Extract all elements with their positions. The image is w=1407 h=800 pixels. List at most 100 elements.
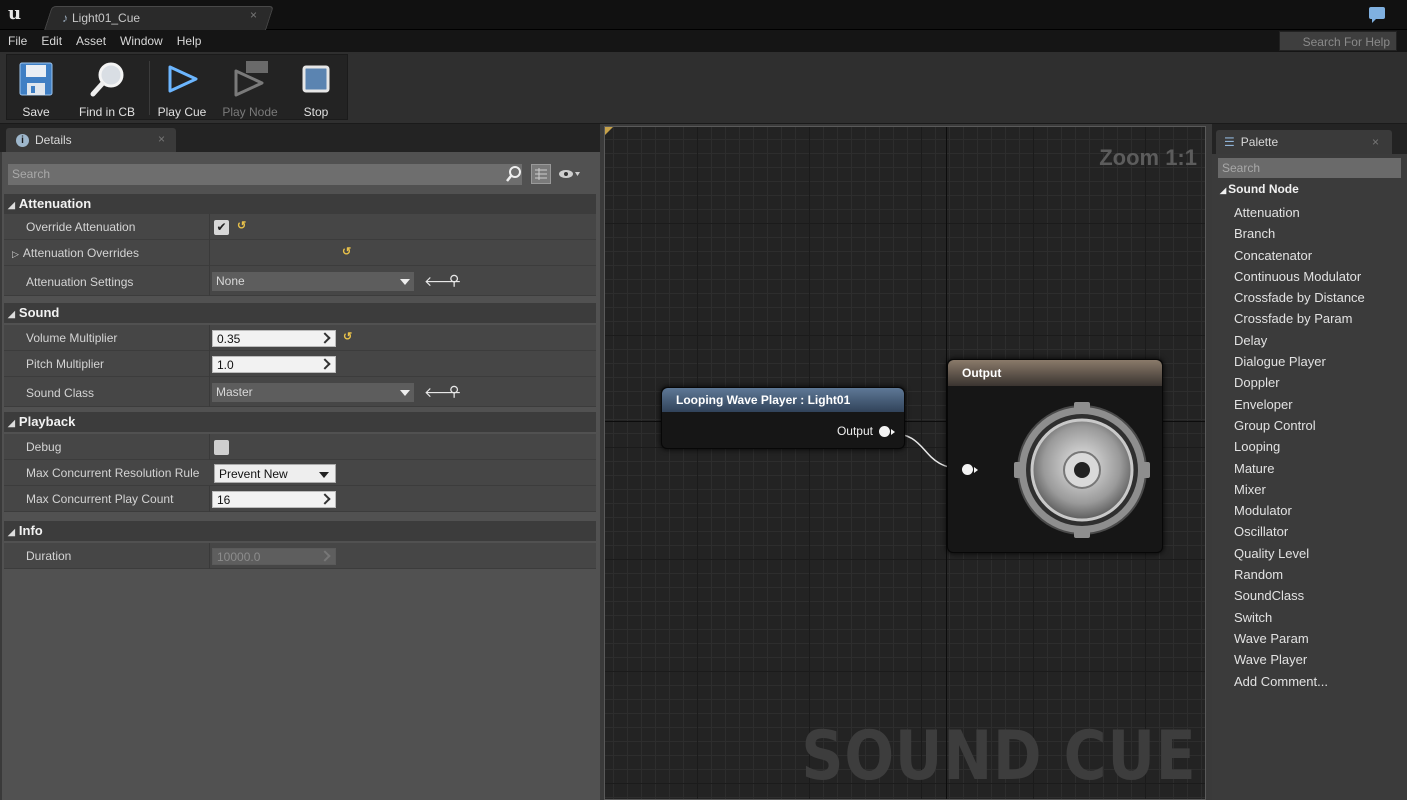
output-pin-row[interactable]: Output bbox=[836, 424, 895, 438]
browse-search-icon[interactable]: ⚲ bbox=[449, 383, 459, 400]
palette-category-sound-node[interactable]: ◢ Sound Node bbox=[1220, 182, 1299, 196]
palette-tab-label: Palette bbox=[1240, 135, 1279, 149]
help-search-input[interactable]: Search For Help bbox=[1279, 31, 1397, 51]
play-node-button[interactable]: Play Node bbox=[217, 55, 283, 121]
palette-add-comment[interactable]: Add Comment... bbox=[1234, 671, 1404, 692]
palette-item[interactable]: Mature bbox=[1234, 458, 1404, 479]
reset-to-default-icon[interactable]: ↺ bbox=[343, 330, 352, 343]
palette-item[interactable]: Oscillator bbox=[1234, 521, 1404, 542]
palette-item[interactable]: SoundClass bbox=[1234, 585, 1404, 606]
palette-item[interactable]: Modulator bbox=[1234, 500, 1404, 521]
palette-item[interactable]: Wave Param bbox=[1234, 628, 1404, 649]
details-tab[interactable]: i Details × bbox=[6, 128, 176, 152]
dropdown-arrow-icon bbox=[400, 279, 410, 285]
pitch-multiplier-input[interactable]: 1.0 bbox=[212, 356, 336, 373]
prop-label: Debug bbox=[26, 440, 62, 454]
document-tab-close-icon[interactable]: × bbox=[250, 8, 257, 22]
palette-item[interactable]: Branch bbox=[1234, 223, 1404, 244]
column-divider[interactable] bbox=[209, 543, 210, 569]
view-options-eye-icon[interactable] bbox=[558, 168, 580, 180]
find-in-cb-button[interactable]: Find in CB bbox=[69, 55, 145, 121]
column-divider[interactable] bbox=[209, 266, 210, 296]
toolbar-separator bbox=[149, 61, 150, 115]
attenuation-overrides-label: Attenuation Overrides bbox=[22, 246, 139, 260]
details-tab-label: Details bbox=[35, 133, 72, 147]
palette-item[interactable]: Mixer bbox=[1234, 479, 1404, 500]
column-divider[interactable] bbox=[209, 214, 210, 240]
palette-item[interactable]: Doppler bbox=[1234, 372, 1404, 393]
palette-list: Attenuation Branch Concatenator Continuous … bbox=[1234, 202, 1404, 692]
output-node[interactable]: Output bbox=[947, 359, 1163, 553]
prop-volume-multiplier: Volume Multiplier 0.35 ↺ bbox=[4, 325, 596, 351]
column-divider[interactable] bbox=[209, 377, 210, 407]
details-tab-close-icon[interactable]: × bbox=[158, 132, 165, 146]
category-sound-label: Sound bbox=[18, 305, 60, 320]
column-divider[interactable] bbox=[209, 240, 210, 266]
column-divider[interactable] bbox=[209, 351, 210, 377]
browse-search-icon[interactable]: ⚲ bbox=[449, 272, 459, 289]
prop-attenuation-settings: Attenuation Settings None 🡐 ⚲ bbox=[4, 266, 596, 296]
sound-cue-graph[interactable]: Zoom 1:1 SOUND CUE Looping Wave Player :… bbox=[604, 126, 1206, 800]
palette-panel: Search ◢ Sound Node Attenuation Branch Conc… bbox=[1212, 154, 1407, 800]
reset-to-default-icon[interactable]: ↺ bbox=[342, 245, 351, 258]
palette-item[interactable]: Wave Player bbox=[1234, 649, 1404, 670]
sound-class-combo[interactable]: Master bbox=[212, 383, 414, 402]
dropdown-arrow-icon bbox=[319, 472, 329, 478]
menu-file[interactable]: File bbox=[2, 34, 33, 48]
max-play-count-input[interactable]: 16 bbox=[212, 491, 336, 508]
column-divider[interactable] bbox=[209, 325, 210, 351]
attenuation-settings-combo[interactable]: None bbox=[212, 272, 414, 291]
palette-item[interactable]: Quality Level bbox=[1234, 543, 1404, 564]
palette-item[interactable]: Looping bbox=[1234, 436, 1404, 457]
reset-to-default-icon[interactable]: ↺ bbox=[237, 219, 246, 232]
palette-item[interactable]: Concatenator bbox=[1234, 245, 1404, 266]
sound-cue-icon: ♪ bbox=[62, 11, 68, 25]
play-cue-button[interactable]: Play Cue bbox=[153, 55, 211, 121]
palette-item[interactable]: Crossfade by Distance bbox=[1234, 287, 1404, 308]
category-attenuation[interactable]: ◢ Attenuation bbox=[4, 194, 596, 214]
chat-icon[interactable] bbox=[1369, 7, 1385, 23]
menu-window[interactable]: Window bbox=[114, 34, 169, 48]
palette-item[interactable]: Crossfade by Param bbox=[1234, 308, 1404, 329]
output-pin-label: Output bbox=[836, 424, 873, 438]
palette-item[interactable]: Continuous Modulator bbox=[1234, 266, 1404, 287]
palette-item[interactable]: Switch bbox=[1234, 607, 1404, 628]
category-playback[interactable]: ◢ Playback bbox=[4, 412, 596, 432]
input-value: 1.0 bbox=[217, 358, 234, 372]
column-divider[interactable] bbox=[209, 486, 210, 512]
resolution-rule-dropdown[interactable]: Prevent New bbox=[214, 464, 336, 483]
category-sound[interactable]: ◢ Sound bbox=[4, 303, 596, 323]
toolbar-group: Save Find in CB Play Cue Play Node Stop bbox=[6, 54, 348, 120]
palette-item[interactable]: Group Control bbox=[1234, 415, 1404, 436]
spin-drag-icon bbox=[319, 332, 331, 344]
palette-item[interactable]: Delay bbox=[1234, 330, 1404, 351]
prop-attenuation-overrides[interactable]: ▷ Attenuation Overrides ↺ bbox=[4, 240, 596, 266]
override-attenuation-checkbox[interactable]: ✔ bbox=[214, 220, 229, 235]
unreal-logo-icon[interactable]: u bbox=[8, 4, 28, 24]
palette-item[interactable]: Attenuation bbox=[1234, 202, 1404, 223]
prop-override-attenuation: Override Attenuation ✔ ↺ bbox=[4, 214, 596, 240]
palette-item[interactable]: Enveloper bbox=[1234, 394, 1404, 415]
palette-tab[interactable]: ☰ Palette × bbox=[1216, 130, 1392, 154]
menu-asset[interactable]: Asset bbox=[70, 34, 112, 48]
save-icon bbox=[16, 59, 56, 99]
stop-label: Stop bbox=[303, 105, 329, 119]
palette-search-input[interactable]: Search bbox=[1218, 158, 1401, 178]
property-matrix-icon[interactable] bbox=[531, 164, 551, 184]
menu-help[interactable]: Help bbox=[171, 34, 208, 48]
menu-edit[interactable]: Edit bbox=[35, 34, 68, 48]
debug-checkbox[interactable] bbox=[214, 440, 229, 455]
palette-tab-close-icon[interactable]: × bbox=[1372, 135, 1379, 149]
looping-wave-player-node[interactable]: Looping Wave Player : Light01 Output bbox=[661, 387, 905, 449]
palette-item[interactable]: Dialogue Player bbox=[1234, 351, 1404, 372]
play-icon bbox=[162, 59, 202, 99]
volume-multiplier-input[interactable]: 0.35 bbox=[212, 330, 336, 347]
details-search-input[interactable]: Search bbox=[8, 164, 522, 185]
palette-item[interactable]: Random bbox=[1234, 564, 1404, 585]
stop-button[interactable]: Stop bbox=[291, 55, 341, 121]
column-divider[interactable] bbox=[209, 434, 210, 460]
input-pin[interactable] bbox=[962, 464, 978, 475]
output-pin[interactable] bbox=[879, 425, 895, 437]
category-info[interactable]: ◢ Info bbox=[4, 521, 596, 541]
save-button[interactable]: Save bbox=[11, 55, 61, 121]
